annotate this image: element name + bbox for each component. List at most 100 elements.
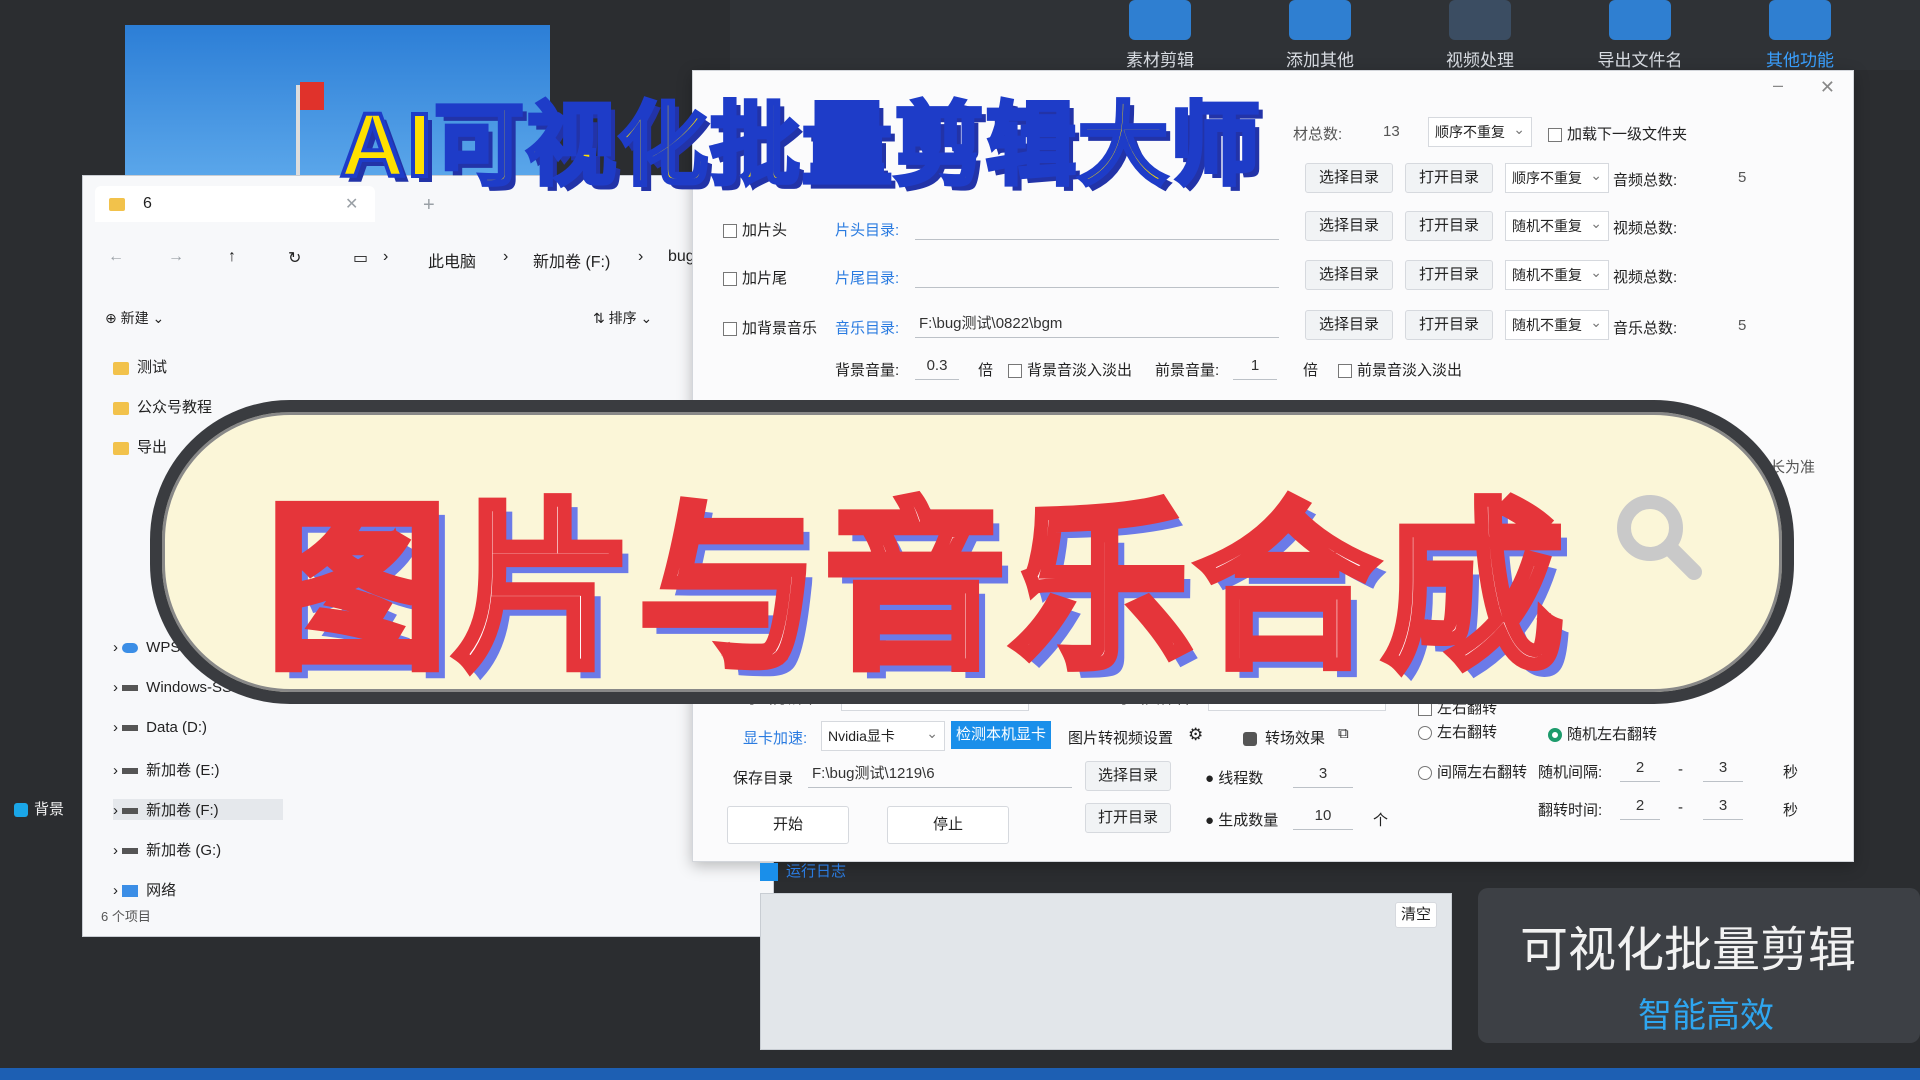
material-edit-icon (1129, 0, 1191, 40)
start-button[interactable]: 开始 (727, 806, 849, 844)
open-dir-button[interactable]: 打开目录 (1405, 260, 1493, 290)
gen-count-input[interactable]: 10 (1293, 803, 1353, 830)
material-total-label: 材总数: (1293, 126, 1343, 143)
fg-fade-checkbox[interactable]: 前景音淡入淡出 (1338, 359, 1462, 380)
drive-item[interactable]: › WPS (113, 639, 180, 656)
banner-title: AI可视化批量剪辑大师 (338, 94, 1262, 198)
interval-min-stepper[interactable]: 2 (1620, 755, 1660, 782)
network-item[interactable]: › 网络 (113, 879, 176, 900)
load-subfolder-checkbox[interactable]: 加载下一级文件夹 (1548, 123, 1687, 144)
sort-button[interactable]: ⇅ 排序 ⌄ (593, 308, 652, 328)
corner-title: 可视化批量剪辑 (1520, 924, 1857, 977)
detect-gpu-button[interactable]: 检测本机显卡 (951, 721, 1051, 749)
gpu-label: 显卡加速: (743, 730, 808, 747)
forward-icon[interactable]: → (168, 248, 184, 266)
toolbar-item-other[interactable]: 其他功能 (1740, 0, 1860, 71)
quick-item[interactable]: 导出 (113, 436, 167, 457)
mode-select[interactable]: 顺序不重复 (1505, 161, 1609, 193)
transition-icon[interactable]: ⧉ (1338, 725, 1349, 742)
clear-log-button[interactable]: 清空 (1395, 902, 1437, 928)
drive-item[interactable]: › 新加卷 (E:) (113, 759, 220, 780)
outro-checkbox[interactable]: 加片尾 (723, 267, 787, 288)
intro-dir-input[interactable] (915, 213, 1279, 240)
overlay-title: 图片与音乐合成 (263, 485, 1570, 694)
flip-time-min-stepper[interactable]: 2 (1620, 793, 1660, 820)
material-total: 13 (1383, 123, 1400, 140)
toolbar-item-material[interactable]: 素材剪辑 (1100, 0, 1220, 71)
up-icon[interactable]: ↑ (228, 248, 236, 266)
select-dir-button[interactable]: 选择目录 (1305, 163, 1393, 193)
bg-volume-label: 背景音量: (835, 362, 900, 379)
breadcrumb-bug[interactable]: bug (668, 248, 695, 266)
audio-total: 5 (1738, 169, 1747, 186)
interval-flip-radio[interactable]: 间隔左右翻转 (1418, 761, 1527, 782)
interval-max-stepper[interactable]: 3 (1703, 755, 1743, 782)
stop-button[interactable]: 停止 (887, 806, 1009, 844)
back-icon[interactable]: ← (108, 248, 124, 266)
drive-item[interactable]: › 新加卷 (G:) (113, 839, 221, 860)
close-window-icon[interactable]: ✕ (1820, 77, 1835, 98)
times-unit: 倍 (978, 362, 994, 379)
toolbar-item-video[interactable]: 视频处理 (1420, 0, 1540, 71)
open-dir-button[interactable]: 打开目录 (1405, 163, 1493, 193)
select-dir-button[interactable]: 选择目录 (1305, 260, 1393, 290)
quick-item[interactable]: 公众号教程 (113, 396, 212, 417)
outro-dir-input[interactable] (915, 261, 1279, 288)
intro-checkbox[interactable]: 加片头 (723, 219, 787, 240)
music-dir-input[interactable]: F:\bug测试\0822\bgm (915, 311, 1279, 338)
threads-label: ● 线程数 (1205, 770, 1264, 787)
computer-icon: ▭ (353, 250, 369, 267)
new-button[interactable]: ⊕ 新建 ⌄ (105, 308, 164, 328)
video-process-icon (1449, 0, 1511, 40)
log-area[interactable]: 清空 (760, 893, 1452, 1050)
gpu-select[interactable]: Nvidia显卡 (821, 719, 945, 751)
open-dir-button[interactable]: 打开目录 (1405, 211, 1493, 241)
open-save-dir-button[interactable]: 打开目录 (1085, 803, 1171, 833)
times-unit: 倍 (1303, 362, 1319, 379)
minimize-window-icon[interactable]: – (1773, 75, 1783, 96)
count-unit: 个 (1373, 812, 1389, 829)
log-title: 运行日志 (760, 860, 846, 882)
toolbar-item-export-name[interactable]: 导出文件名 (1580, 0, 1700, 71)
threads-input[interactable]: 3 (1293, 761, 1353, 788)
breadcrumb-sep: › (383, 248, 389, 265)
toolbar-item-add-other[interactable]: 添加其他 (1260, 0, 1380, 71)
select-save-dir-button[interactable]: 选择目录 (1085, 761, 1171, 791)
video-total-label: 视频总数: (1613, 269, 1678, 286)
refresh-icon[interactable]: ↻ (288, 248, 301, 268)
side-checkbox[interactable]: 背景 (14, 798, 64, 819)
breadcrumb-sep: › (503, 248, 509, 265)
order-mode-select[interactable]: 顺序不重复 (1428, 115, 1532, 147)
select-dir-button[interactable]: 选择目录 (1305, 310, 1393, 340)
corner-caption: 可视化批量剪辑 智能高效 (1478, 888, 1920, 1043)
save-dir-input[interactable]: F:\bug测试\1219\6 (808, 761, 1072, 788)
flip-time-max-stepper[interactable]: 3 (1703, 793, 1743, 820)
open-dir-button[interactable]: 打开目录 (1405, 310, 1493, 340)
mode-select[interactable]: 随机不重复 (1505, 308, 1609, 340)
quick-item[interactable]: 测试 (113, 356, 167, 377)
breadcrumb-this-pc[interactable]: 此电脑 (428, 248, 476, 272)
drive-item[interactable]: › Data (D:) (113, 719, 207, 736)
intro-dir-label: 片头目录: (835, 222, 900, 239)
explorer-tab[interactable]: 6 ✕ (95, 186, 375, 222)
img2video-label: 图片转视频设置 (1068, 730, 1174, 747)
bgm-checkbox[interactable]: 加背景音乐 (723, 317, 817, 338)
bg-fade-checkbox[interactable]: 背景音淡入淡出 (1008, 359, 1132, 380)
folder-icon (113, 361, 129, 375)
network-icon (122, 885, 139, 898)
gen-count-label: ● 生成数量 (1205, 812, 1279, 829)
breadcrumb-drive-f[interactable]: 新加卷 (F:) (533, 248, 610, 272)
bg-volume-stepper[interactable]: 0.3 (915, 353, 959, 380)
cloud-icon (122, 643, 139, 654)
export-name-icon (1609, 0, 1671, 40)
settings-gear-icon[interactable]: ⚙ (1188, 725, 1203, 745)
mode-select[interactable]: 随机不重复 (1505, 209, 1609, 241)
fg-volume-stepper[interactable]: 1 (1233, 353, 1277, 380)
select-dir-button[interactable]: 选择目录 (1305, 211, 1393, 241)
mode-select[interactable]: 随机不重复 (1505, 258, 1609, 290)
random-flip-radio[interactable]: 随机左右翻转 (1548, 723, 1657, 744)
flip-radio[interactable]: 左右翻转 (1418, 721, 1497, 742)
transition-toggle[interactable]: 转场效果 (1243, 727, 1325, 748)
drive-item-selected[interactable]: › 新加卷 (F:) (113, 799, 283, 820)
random-interval-label: 随机间隔: (1538, 764, 1603, 781)
